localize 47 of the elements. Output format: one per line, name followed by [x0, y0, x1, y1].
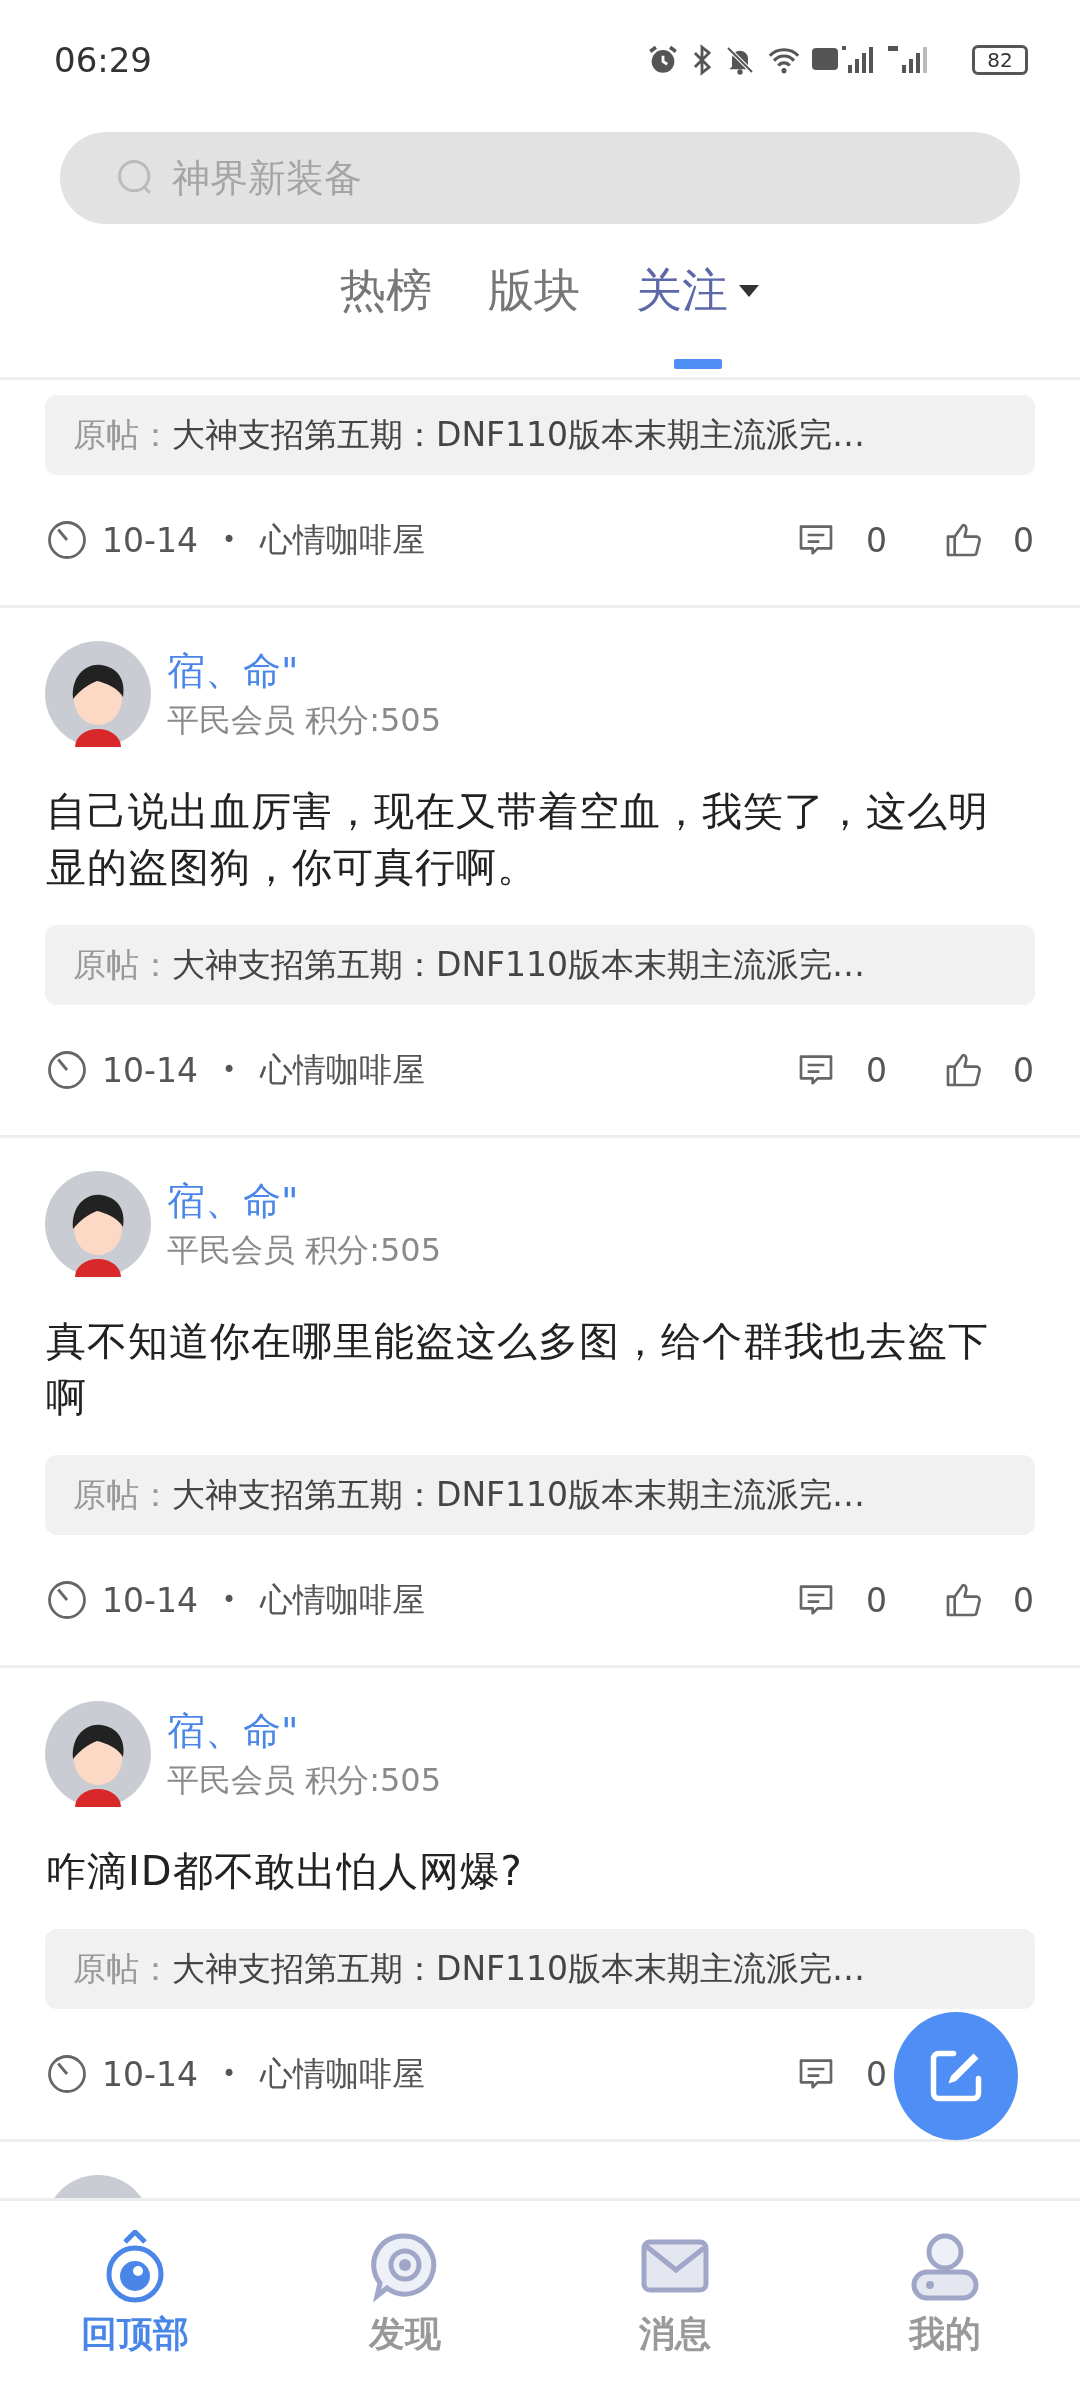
separator-dot: • — [221, 1586, 237, 1614]
clock-icon — [46, 519, 88, 561]
clock-icon — [46, 1049, 88, 1091]
post-date: 10-14 — [102, 2054, 198, 2094]
like-button[interactable]: 0 — [943, 520, 1034, 560]
avatar[interactable] — [45, 1171, 151, 1277]
comment-button[interactable]: 0 — [796, 1580, 887, 1620]
author-name[interactable]: 宿、命" — [167, 1708, 442, 1754]
comment-button[interactable]: 0 — [796, 1050, 887, 1090]
comment-text: 真不知道你在哪里能盗这么多图，给个群我也去盗下啊 — [46, 1317, 990, 1422]
board-name[interactable]: 心情咖啡屋 — [260, 1047, 426, 1093]
author-name[interactable]: 宿、命" — [167, 1178, 442, 1224]
post-date: 10-14 — [102, 1580, 198, 1620]
separator-dot: • — [221, 1056, 237, 1084]
original-post-link[interactable]: 原帖：大神支招第五期：DNF110版本末期主流派完… — [45, 925, 1035, 1005]
member-rank: 平民会员 积分:505 — [167, 700, 442, 740]
board-name[interactable]: 心情咖啡屋 — [260, 2051, 426, 2097]
tab[interactable]: 关注 — [636, 224, 760, 377]
status-time: 06:29 — [54, 40, 152, 80]
clock-icon — [46, 1579, 88, 1621]
comment-text: 自己说出血厉害，现在又带着空血，我笑了，这么明显的盗图狗，你可真行啊。 — [46, 787, 990, 892]
author-name[interactable]: 宿、命" — [167, 648, 442, 694]
like-button[interactable]: 0 — [943, 1580, 1034, 1620]
board-name[interactable]: 心情咖啡屋 — [260, 1577, 426, 1623]
board-name[interactable]: 心情咖啡屋 — [260, 517, 426, 563]
original-post-link[interactable]: 原帖：大神支招第五期：DNF110版本末期主流派完… — [45, 395, 1035, 475]
clock-icon — [46, 2053, 88, 2095]
tab[interactable]: 热榜 — [340, 224, 432, 377]
avatar[interactable] — [45, 1701, 151, 1807]
original-post-link[interactable]: 原帖：大神支招第五期：DNF110版本末期主流派完… — [45, 1455, 1035, 1535]
separator-dot: • — [221, 2060, 237, 2088]
post-date: 10-14 — [102, 520, 198, 560]
comment-button[interactable]: 0 — [796, 520, 887, 560]
battery-icon: 82 — [972, 45, 1028, 75]
member-rank: 平民会员 积分:505 — [167, 1760, 442, 1800]
separator-dot: • — [221, 526, 237, 554]
tab-indicator — [674, 359, 722, 369]
member-rank: 平民会员 积分:505 — [167, 1230, 442, 1270]
avatar[interactable] — [45, 641, 151, 747]
nav-item[interactable]: 回顶部 — [0, 2201, 270, 2388]
original-post-link[interactable]: 原帖：大神支招第五期：DNF110版本末期主流派完… — [45, 1929, 1035, 2009]
like-button[interactable]: 0 — [943, 1050, 1034, 1090]
search-field[interactable]: 神界新装备 — [60, 132, 1020, 224]
tab[interactable]: 版块 — [488, 224, 580, 377]
comment-button[interactable]: 0 — [796, 2054, 887, 2094]
comment-text: 咋滴ID都不敢出怕人网爆? — [46, 1847, 524, 1896]
post-date: 10-14 — [102, 1050, 198, 1090]
